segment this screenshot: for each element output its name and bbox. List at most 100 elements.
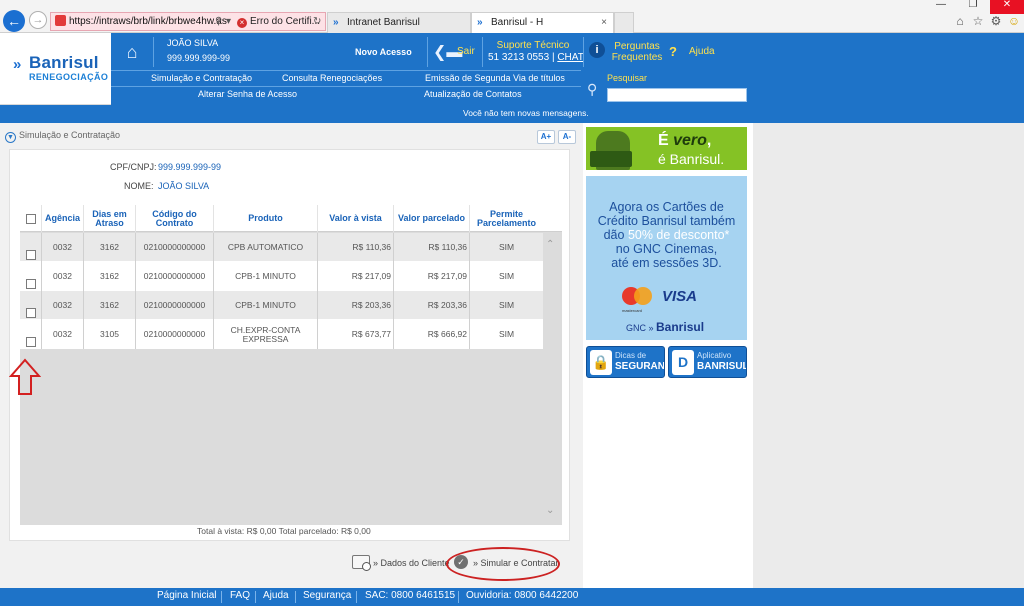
tab-title: Banrisul - H [491,17,544,28]
novo-acesso-link[interactable]: Novo Acesso [355,47,412,57]
address-bar[interactable]: https://intraws/brb/link/brbwe4hw.as ⚲ ▾… [50,12,326,31]
red-highlight-oval [446,547,560,581]
main-menu: Simulação e Contratação Consulta Renegoc… [111,70,581,105]
faq-line1: Perguntas [614,41,660,52]
col-valor-parcelado[interactable]: Valor parcelado [394,205,470,232]
cell-vista: R$ 203,36 [318,291,394,320]
footer-pagina-inicial[interactable]: Página Inicial [157,590,216,601]
dropdown-arrow-icon[interactable]: ▾ [226,13,231,30]
new-tab-button[interactable] [614,12,634,33]
client-data-icon[interactable] [352,555,371,571]
cell-codigo: 0210000000000 [136,262,214,291]
select-all-checkbox[interactable] [25,213,36,224]
faq-line2: Frequentes [611,52,663,63]
table-row[interactable]: 0032 3105 0210000000000 CH.EXPR-CONTA EXP… [20,320,543,349]
cell-dias: 3162 [84,233,136,262]
row-checkbox[interactable] [25,308,36,318]
search-icon[interactable]: ⚲ [215,13,222,30]
cell-produto: CPB-1 MINUTO [214,291,318,320]
cpf-label: CPF/CNPJ: [110,162,157,172]
vero-line1: É vero, [658,132,712,149]
footer-ouvidoria: Ouvidoria: 0800 6442200 [466,590,579,601]
cpf-value: 999.999.999-99 [158,162,222,172]
cell-dias: 3105 [84,320,136,349]
col-permite[interactable]: Permite Parcelamento [470,205,543,232]
menu-emissao[interactable]: Emissão de Segunda Via de títulos [425,73,565,83]
contracts-table: Agência Dias em Atraso Código do Contrato … [20,205,562,525]
cell-vista: R$ 217,09 [318,262,394,291]
site-footer: Página Inicial FAQ Ajuda Segurança SAC: … [0,588,1024,606]
restore-icon[interactable]: ❐ [957,0,989,12]
gnc-banner[interactable]: Agora os Cartões de Crédito Banrisul tam… [586,176,747,340]
cell-dias: 3162 [84,291,136,320]
close-window-icon[interactable]: ✕ [990,0,1024,14]
menu-contatos[interactable]: Atualização de Contatos [424,89,522,99]
search-input[interactable] [607,88,747,102]
vero-banner[interactable]: É vero, é Banrisul. [586,127,747,170]
logo-text[interactable]: Banrisul [29,53,99,73]
app-line1: Aplicativo [697,351,732,360]
footer-faq[interactable]: FAQ [230,590,250,601]
footer-ajuda[interactable]: Ajuda [263,590,289,601]
col-produto[interactable]: Produto [214,205,318,232]
feedback-smiley-icon[interactable]: ☺ [1006,14,1022,28]
tab-banrisul[interactable]: » Banrisul - H × [471,12,614,33]
font-decrease-button[interactable]: A- [558,130,576,144]
info-icon[interactable]: i [589,42,605,58]
site-header: ⌂ JOÃO SILVA 999.999.999-99 Novo Acesso … [111,33,1024,105]
chat-link[interactable]: CHAT [557,52,583,63]
home-browser-icon[interactable]: ⌂ [952,14,968,28]
dicas-line2: SEGURANÇA [615,361,665,372]
tab-intranet[interactable]: » Intranet Banrisul [327,12,471,33]
font-increase-button[interactable]: A+ [537,130,555,144]
cert-error-text[interactable]: Erro do Certifi... [250,16,320,27]
sair-link[interactable]: Sair [457,46,475,57]
browser-chrome: ← → https://intraws/brb/link/brbwe4hw.as… [0,0,1024,33]
col-dias[interactable]: Dias em Atraso [84,205,136,232]
faq-link[interactable]: Perguntas Frequentes [611,41,663,63]
message-text: Você não tem novas mensagens. [463,108,589,118]
row-checkbox[interactable] [25,250,36,260]
search-icon[interactable]: ⚲ [587,81,597,98]
cell-permite: SIM [498,329,515,339]
footer-seguranca[interactable]: Segurança [303,590,351,601]
refresh-icon[interactable]: ↻ [313,13,321,30]
cell-codigo: 0210000000000 [136,233,214,262]
vero-line2: é Banrisul. [658,151,725,167]
col-agencia[interactable]: Agência [42,205,84,232]
forward-arrow-icon[interactable]: → [29,11,47,29]
mastercard-logo-icon [622,287,652,305]
menu-simulacao[interactable]: Simulação e Contratação [151,73,252,83]
home-icon[interactable]: ⌂ [119,41,145,63]
col-codigo[interactable]: Código do Contrato [136,205,214,232]
menu-alterar-senha[interactable]: Alterar Senha de Acesso [198,89,297,99]
user-cpf: 999.999.999-99 [167,53,231,63]
favorites-star-icon[interactable]: ☆ [970,14,986,28]
dicas-seguranca-button[interactable]: 🔒 Dicas de SEGURANÇA [586,346,665,378]
aplicativo-banrisul-button[interactable]: D Aplicativo BANRISUL [668,346,747,378]
minimize-icon[interactable]: — [925,0,957,12]
ajuda-link[interactable]: Ajuda [689,46,715,57]
logo-subtitle: RENEGOCIAÇÃO [29,72,109,82]
row-checkbox[interactable] [25,279,36,289]
chevron-down-icon[interactable]: ▼ [5,132,16,143]
table-row[interactable]: 0032 3162 0210000000000 CPB-1 MINUTO R$ … [20,291,543,320]
settings-gear-icon[interactable]: ⚙ [988,14,1004,28]
suporte-title: Suporte Técnico [496,40,570,51]
visa-logo: VISA [662,288,698,305]
col-valor-vista[interactable]: Valor à vista [318,205,394,232]
close-tab-icon[interactable]: × [601,13,607,33]
help-question-icon[interactable]: ? [669,44,677,59]
totals-text: Total à vista: R$ 0,00 Total parcelado: … [197,526,371,536]
cell-permite: SIM [498,242,515,252]
scroll-up-icon[interactable]: ⌃ [546,239,554,250]
row-checkbox[interactable] [25,337,36,347]
produce-basket-icon [590,151,632,167]
scroll-down-icon[interactable]: ⌄ [546,505,554,516]
cell-permite: SIM [498,271,515,281]
table-row[interactable]: 0032 3162 0210000000000 CPB-1 MINUTO R$ … [20,262,543,291]
table-row[interactable]: 0032 3162 0210000000000 CPB AUTOMATICO R… [20,233,543,262]
back-arrow-icon[interactable]: ← [3,10,25,32]
dados-cliente-button[interactable]: » Dados do Cliente [373,558,450,568]
menu-consulta[interactable]: Consulta Renegociações [282,73,382,83]
